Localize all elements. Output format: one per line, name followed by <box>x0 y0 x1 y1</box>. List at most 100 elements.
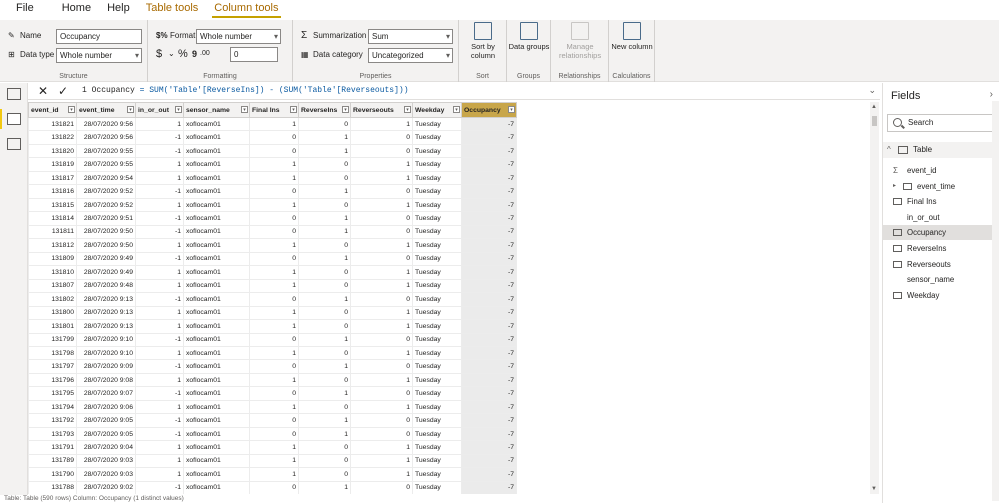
table-cell[interactable]: 1 <box>135 116 184 132</box>
table-cell[interactable]: xoflocam01 <box>183 426 250 442</box>
table-cell[interactable]: -7 <box>461 184 517 199</box>
table-cell[interactable]: 1 <box>298 292 351 307</box>
table-cell[interactable]: 1 <box>249 116 299 132</box>
table-cell[interactable]: 131797 <box>28 359 77 374</box>
table-cell[interactable]: 131809 <box>28 251 77 267</box>
table-cell[interactable]: 1 <box>135 238 184 253</box>
table-cell[interactable]: Tuesday <box>412 386 462 401</box>
table-cell[interactable]: 131807 <box>28 278 77 294</box>
table-cell[interactable]: 131790 <box>28 467 77 482</box>
table-cell[interactable]: xoflocam01 <box>183 332 250 347</box>
table-cell[interactable]: 28/07/2020 9:02 <box>76 480 136 494</box>
table-cell[interactable]: xoflocam01 <box>183 116 250 132</box>
table-row[interactable]: 131822 28/07/2020 9:56 -1 xoflocam01 0 1 0 Tues… <box>28 130 517 145</box>
field-item[interactable]: ReverseIns <box>883 241 996 256</box>
table-cell[interactable]: 1 <box>249 305 299 321</box>
table-cell[interactable]: 1 <box>135 170 184 186</box>
table-cell[interactable]: Tuesday <box>412 332 462 347</box>
table-cell[interactable]: 0 <box>298 399 351 415</box>
model-view-icon[interactable] <box>7 138 21 150</box>
table-cell[interactable]: 0 <box>249 224 299 240</box>
table-cell[interactable]: 131819 <box>28 157 77 172</box>
table-cell[interactable]: 0 <box>298 319 351 334</box>
table-cell[interactable]: 0 <box>249 332 299 347</box>
filter-dropdown-icon[interactable]: ▾ <box>342 106 349 113</box>
table-cell[interactable]: 28/07/2020 9:10 <box>76 345 136 361</box>
table-cell[interactable]: 1 <box>135 157 184 172</box>
table-cell[interactable]: 131820 <box>28 143 77 159</box>
table-cell[interactable]: 0 <box>298 467 351 482</box>
table-cell[interactable]: 28/07/2020 9:13 <box>76 292 136 307</box>
table-cell[interactable]: Tuesday <box>412 305 462 321</box>
table-row[interactable]: 131790 28/07/2020 9:03 1 xoflocam01 1 0 1 Tuesd… <box>28 467 517 482</box>
table-cell[interactable]: -7 <box>461 130 517 145</box>
table-cell[interactable]: 1 <box>135 345 184 361</box>
table-cell[interactable]: -7 <box>461 116 517 132</box>
filter-dropdown-icon[interactable]: ▾ <box>175 106 182 113</box>
table-cell[interactable]: 0 <box>298 305 351 321</box>
table-cell[interactable]: 28/07/2020 9:03 <box>76 467 136 482</box>
table-cell[interactable]: xoflocam01 <box>183 305 250 321</box>
name-input[interactable]: Occupancy <box>56 29 142 44</box>
table-cell[interactable]: -7 <box>461 224 517 240</box>
table-cell[interactable]: -7 <box>461 197 517 213</box>
table-row[interactable]: 131811 28/07/2020 9:50 -1 xoflocam01 0 1 0 Tues… <box>28 224 517 240</box>
table-cell[interactable]: xoflocam01 <box>183 467 250 482</box>
table-cell[interactable]: -7 <box>461 143 517 159</box>
table-cell[interactable]: Tuesday <box>412 399 462 415</box>
column-header[interactable]: Occupancy ▾ <box>461 102 517 118</box>
table-cell[interactable]: -1 <box>135 143 184 159</box>
table-cell[interactable]: Tuesday <box>412 130 462 145</box>
table-cell[interactable]: 0 <box>298 197 351 213</box>
table-cell[interactable]: 1 <box>135 453 184 469</box>
column-header[interactable]: sensor_name ▾ <box>183 102 250 118</box>
table-cell[interactable]: 1 <box>135 319 184 334</box>
table-cell[interactable]: 1 <box>350 453 413 469</box>
table-cell[interactable]: 131798 <box>28 345 77 361</box>
expand-arrow-icon[interactable]: ▸ <box>893 179 896 194</box>
table-cell[interactable]: 0 <box>350 143 413 159</box>
table-cell[interactable]: 1 <box>298 184 351 199</box>
table-cell[interactable]: -7 <box>461 480 517 494</box>
table-cell[interactable]: 28/07/2020 9:52 <box>76 184 136 199</box>
report-view-icon[interactable] <box>7 88 21 100</box>
table-cell[interactable]: 1 <box>298 251 351 267</box>
table-cell[interactable]: 0 <box>298 157 351 172</box>
filter-dropdown-icon[interactable]: ▾ <box>290 106 297 113</box>
table-cell[interactable]: 1 <box>350 345 413 361</box>
percent-icon[interactable]: % <box>178 48 188 60</box>
tab-help[interactable]: Help <box>99 1 138 18</box>
table-cell[interactable]: 1 <box>350 116 413 132</box>
table-cell[interactable]: 1 <box>350 319 413 334</box>
table-cell[interactable]: -7 <box>461 359 517 374</box>
table-cell[interactable]: 1 <box>249 467 299 482</box>
field-item[interactable]: Reverseouts <box>883 257 996 272</box>
table-cell[interactable]: -1 <box>135 130 184 145</box>
fields-search-input[interactable]: Search <box>887 114 996 132</box>
category-select[interactable]: Uncategorized <box>368 48 453 63</box>
table-cell[interactable]: 1 <box>249 170 299 186</box>
table-cell[interactable]: -1 <box>135 224 184 240</box>
table-cell[interactable]: xoflocam01 <box>183 345 250 361</box>
scroll-up-icon[interactable]: ▲ <box>871 104 877 110</box>
table-row[interactable]: 131821 28/07/2020 9:56 1 xoflocam01 1 0 1 Tuesd… <box>28 116 517 132</box>
table-cell[interactable]: 1 <box>249 265 299 280</box>
table-cell[interactable]: 131812 <box>28 238 77 253</box>
table-cell[interactable]: 0 <box>350 413 413 428</box>
table-row[interactable]: 131820 28/07/2020 9:55 -1 xoflocam01 0 1 0 Tues… <box>28 143 517 159</box>
table-cell[interactable]: 0 <box>350 224 413 240</box>
table-cell[interactable]: Tuesday <box>412 157 462 172</box>
table-row[interactable]: 131807 28/07/2020 9:48 1 xoflocam01 1 0 1 Tuesd… <box>28 278 517 294</box>
table-cell[interactable]: Tuesday <box>412 143 462 159</box>
tab-table-tools[interactable]: Table tools <box>138 1 207 18</box>
table-cell[interactable]: Tuesday <box>412 467 462 482</box>
table-cell[interactable]: xoflocam01 <box>183 184 250 199</box>
table-cell[interactable]: xoflocam01 <box>183 359 250 374</box>
table-cell[interactable]: Tuesday <box>412 197 462 213</box>
table-cell[interactable]: -7 <box>461 467 517 482</box>
table-cell[interactable]: 1 <box>135 399 184 415</box>
manage-relationships-button[interactable]: Manage relationships <box>559 22 601 60</box>
summarization-select[interactable]: Sum <box>368 29 453 44</box>
table-row[interactable]: 131812 28/07/2020 9:50 1 xoflocam01 1 0 1 Tuesd… <box>28 238 517 253</box>
table-cell[interactable]: xoflocam01 <box>183 386 250 401</box>
